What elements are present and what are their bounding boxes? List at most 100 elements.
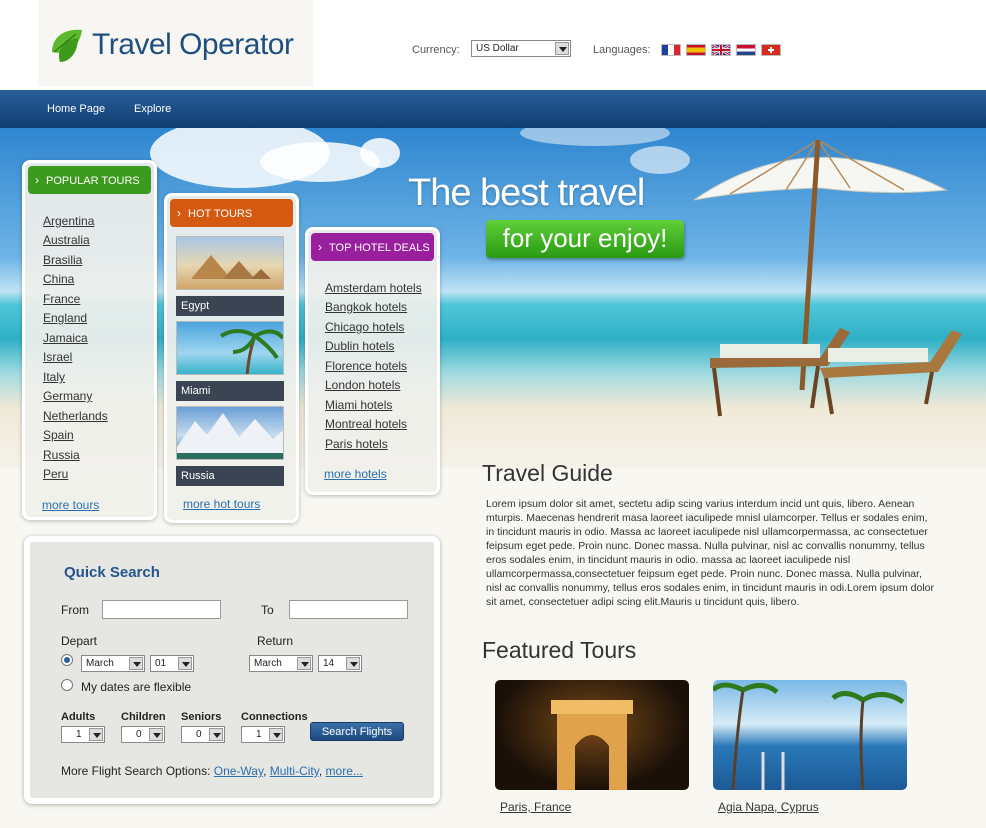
- adults-select[interactable]: 1: [61, 726, 105, 743]
- hotel-link-miami[interactable]: Miami hotels: [325, 398, 392, 412]
- search-flights-button[interactable]: Search Flights: [310, 722, 404, 741]
- hotel-link-london[interactable]: London hotels: [325, 378, 400, 392]
- chevron-down-icon: [89, 728, 103, 741]
- languages-label: Languages:: [593, 44, 651, 56]
- depart-label: Depart: [61, 634, 98, 648]
- tour-link-australia[interactable]: Australia: [43, 233, 90, 247]
- nav-home[interactable]: Home Page: [47, 103, 105, 115]
- more-search-options: More Flight Search Options: One-Way, Mul…: [61, 764, 363, 778]
- cyprus-tour-image[interactable]: [713, 680, 907, 790]
- hot-tour-russia[interactable]: Russia: [176, 466, 284, 486]
- children-label: Children: [121, 711, 166, 723]
- depart-day-select[interactable]: 01: [150, 655, 194, 672]
- paris-tour-image[interactable]: [495, 680, 689, 790]
- hot-tour-miami[interactable]: Miami: [176, 381, 284, 401]
- hotel-link-montreal[interactable]: Montreal hotels: [325, 417, 407, 431]
- depart-month-value: March: [86, 658, 114, 669]
- fixed-dates-radio[interactable]: [61, 654, 73, 666]
- chevron-down-icon: [129, 657, 143, 670]
- multi-city-link[interactable]: Multi-City: [270, 764, 319, 778]
- spain-flag-icon[interactable]: [686, 44, 706, 56]
- hotel-link-bangkok[interactable]: Bangkok hotels: [325, 300, 407, 314]
- quick-search-title: Quick Search: [64, 564, 160, 581]
- connections-label: Connections: [241, 711, 308, 723]
- featured-paris-link[interactable]: Paris, France: [500, 800, 571, 814]
- chevron-down-icon: [555, 42, 569, 55]
- tour-link-israel[interactable]: Israel: [43, 350, 72, 364]
- to-label: To: [261, 603, 274, 617]
- hotel-link-chicago[interactable]: Chicago hotels: [325, 320, 404, 334]
- hot-tour-egypt[interactable]: Egypt: [176, 296, 284, 316]
- switzerland-flag-icon[interactable]: [761, 44, 781, 56]
- miami-image[interactable]: [176, 321, 284, 375]
- tour-link-jamaica[interactable]: Jamaica: [43, 331, 88, 345]
- travel-guide-title: Travel Guide: [482, 460, 613, 486]
- popular-tours-header: POPULAR TOURS: [28, 166, 151, 194]
- more-options-label: More Flight Search Options:: [61, 764, 211, 778]
- leaf-icon: [52, 29, 82, 62]
- tour-link-brasilia[interactable]: Brasilia: [43, 253, 82, 267]
- chevron-down-icon: [178, 657, 192, 670]
- from-input[interactable]: [102, 600, 221, 619]
- chevron-down-icon: [269, 728, 283, 741]
- currency-value: US Dollar: [476, 43, 519, 54]
- hot-tours-header: HOT TOURS: [170, 199, 293, 227]
- flexible-dates-radio[interactable]: [61, 679, 73, 691]
- depart-day-value: 01: [155, 658, 167, 669]
- tour-link-france[interactable]: France: [43, 292, 80, 306]
- return-day-select[interactable]: 14: [318, 655, 362, 672]
- seniors-value: 0: [196, 729, 202, 740]
- connections-value: 1: [256, 729, 262, 740]
- tour-link-russia[interactable]: Russia: [43, 448, 80, 462]
- hotel-link-florence[interactable]: Florence hotels: [325, 359, 407, 373]
- sun-lounger-image: [710, 328, 962, 417]
- hero-title: The best travel: [408, 172, 645, 214]
- hotel-link-paris[interactable]: Paris hotels: [325, 437, 388, 451]
- chevron-down-icon: [297, 657, 311, 670]
- connections-select[interactable]: 1: [241, 726, 285, 743]
- tour-link-italy[interactable]: Italy: [43, 370, 65, 384]
- one-way-link[interactable]: One-Way: [214, 764, 263, 778]
- hotel-link-dublin[interactable]: Dublin hotels: [325, 339, 394, 353]
- chevron-down-icon: [209, 728, 223, 741]
- tour-link-england[interactable]: England: [43, 311, 87, 325]
- currency-label: Currency:: [412, 44, 460, 56]
- to-input[interactable]: [289, 600, 408, 619]
- main-nav: Home Page Explore: [0, 90, 986, 128]
- russia-image[interactable]: [176, 406, 284, 460]
- uk-flag-icon[interactable]: [711, 44, 731, 56]
- chevron-down-icon: [346, 657, 360, 670]
- egypt-image[interactable]: [176, 236, 284, 290]
- tour-link-netherlands[interactable]: Netherlands: [43, 409, 108, 423]
- featured-cyprus-link[interactable]: Agia Napa, Cyprus: [718, 800, 819, 814]
- children-select[interactable]: 0: [121, 726, 165, 743]
- tour-link-spain[interactable]: Spain: [43, 428, 74, 442]
- featured-tours-title: Featured Tours: [482, 637, 637, 663]
- tour-link-germany[interactable]: Germany: [43, 389, 92, 403]
- more-tours-link[interactable]: more tours: [42, 498, 99, 512]
- nav-explore[interactable]: Explore: [134, 103, 171, 115]
- more-options-link[interactable]: more...: [326, 764, 363, 778]
- more-hot-tours-link[interactable]: more hot tours: [183, 497, 260, 511]
- children-value: 0: [136, 729, 142, 740]
- seniors-select[interactable]: 0: [181, 726, 225, 743]
- depart-month-select[interactable]: March: [81, 655, 145, 672]
- logo-text: Travel Operator: [92, 28, 294, 61]
- travel-guide-text: Lorem ipsum dolor sit amet, sectetu adip…: [486, 498, 935, 608]
- currency-select[interactable]: US Dollar: [471, 40, 571, 57]
- return-month-select[interactable]: March: [249, 655, 313, 672]
- flexible-dates-label: My dates are flexible: [81, 680, 192, 694]
- france-flag-icon[interactable]: [661, 44, 681, 56]
- hotel-deals-header: TOP HOTEL DEALS: [311, 233, 434, 261]
- logo[interactable]: Travel Operator: [38, 0, 313, 86]
- return-day-value: 14: [323, 658, 335, 669]
- return-label: Return: [257, 634, 294, 648]
- more-hotels-link[interactable]: more hotels: [324, 467, 387, 481]
- hotel-link-amsterdam[interactable]: Amsterdam hotels: [325, 281, 422, 295]
- adults-label: Adults: [61, 711, 96, 723]
- netherlands-flag-icon[interactable]: [736, 44, 756, 56]
- from-label: From: [61, 603, 89, 617]
- tour-link-peru[interactable]: Peru: [43, 467, 68, 481]
- tour-link-argentina[interactable]: Argentina: [43, 214, 94, 228]
- tour-link-china[interactable]: China: [43, 272, 74, 286]
